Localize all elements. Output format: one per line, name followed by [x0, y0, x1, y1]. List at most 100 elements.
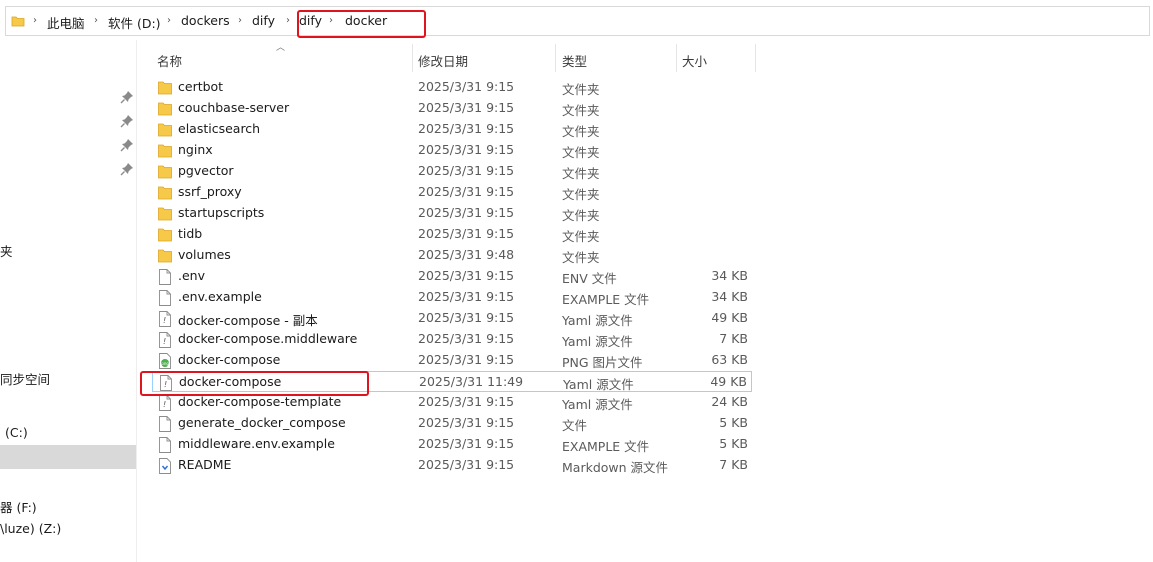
file-row[interactable]: pgvector 2025/3/31 9:15 文件夹 — [152, 161, 752, 182]
svg-text:!: ! — [163, 400, 166, 409]
breadcrumb-dify[interactable]: dify — [252, 13, 275, 28]
file-type: PNG 图片文件 — [562, 355, 643, 370]
yaml-file-icon: ! — [158, 311, 172, 327]
file-type: ENV 文件 — [562, 271, 617, 286]
file-icon — [158, 269, 172, 285]
file-name: docker-compose-template — [178, 394, 342, 409]
svg-text:png: png — [161, 361, 169, 366]
file-type: 文件夹 — [562, 250, 600, 265]
file-row[interactable]: ! docker-compose.middleware 2025/3/31 9:15… — [152, 329, 752, 350]
yaml-file-icon: ! — [158, 395, 172, 411]
file-type: EXAMPLE 文件 — [562, 439, 650, 454]
folder-icon — [158, 122, 172, 138]
file-modified-date: 2025/3/31 9:15 — [418, 310, 515, 325]
pin-icon[interactable] — [120, 114, 134, 128]
file-row[interactable]: .env 2025/3/31 9:15 ENV 文件 34 KB — [152, 266, 752, 287]
file-row[interactable]: .env.example 2025/3/31 9:15 EXAMPLE 文件 34 K… — [152, 287, 752, 308]
file-row[interactable]: startupscripts 2025/3/31 9:15 文件夹 — [152, 203, 752, 224]
file-row[interactable]: nginx 2025/3/31 9:15 文件夹 — [152, 140, 752, 161]
breadcrumb-drive-d[interactable]: 软件 (D:) — [108, 13, 161, 32]
file-icon — [158, 416, 172, 432]
file-type: 文件夹 — [562, 124, 600, 139]
column-header-type[interactable]: 类型 — [562, 51, 587, 70]
file-row[interactable]: certbot 2025/3/31 9:15 文件夹 — [152, 77, 752, 98]
file-modified-date: 2025/3/31 9:15 — [418, 226, 515, 241]
file-modified-date: 2025/3/31 9:15 — [418, 436, 515, 451]
file-type: Yaml 源文件 — [563, 377, 634, 392]
file-modified-date: 2025/3/31 9:15 — [418, 331, 515, 346]
address-bar[interactable]: › 此电脑 › 软件 (D:) › dockers › dify › dify … — [5, 6, 1150, 38]
file-row[interactable]: tidb 2025/3/31 9:15 文件夹 — [152, 224, 752, 245]
file-modified-date: 2025/3/31 9:15 — [418, 394, 515, 409]
folder-icon — [158, 143, 172, 159]
file-modified-date: 2025/3/31 11:49 — [419, 374, 524, 389]
file-name: certbot — [178, 79, 224, 94]
file-size: 34 KB — [711, 289, 748, 304]
file-name: tidb — [178, 226, 203, 241]
file-type: Yaml 源文件 — [562, 334, 633, 349]
file-name: README — [178, 457, 232, 472]
file-row[interactable]: README 2025/3/31 9:15 Markdown 源文件 7 KB — [152, 455, 752, 476]
file-row[interactable]: ! docker-compose - 副本 2025/3/31 9:15 Yaml 源… — [152, 308, 752, 329]
sidebar-item-drive-z[interactable]: \luze) (Z:) — [0, 521, 61, 536]
column-divider[interactable] — [676, 44, 677, 72]
pin-icon[interactable] — [120, 138, 134, 152]
column-header-date[interactable]: 修改日期 — [418, 51, 468, 70]
breadcrumb-this-pc[interactable]: 此电脑 — [47, 13, 85, 32]
file-row[interactable]: ssrf_proxy 2025/3/31 9:15 文件夹 — [152, 182, 752, 203]
breadcrumb-dockers[interactable]: dockers — [181, 13, 230, 28]
pin-icon[interactable] — [120, 90, 134, 104]
pin-icon[interactable] — [120, 162, 134, 176]
file-icon — [158, 437, 172, 453]
file-type: Yaml 源文件 — [562, 397, 633, 412]
file-name: volumes — [178, 247, 231, 262]
folder-icon — [158, 185, 172, 201]
file-row[interactable]: generate_docker_compose 2025/3/31 9:15 文件 5… — [152, 413, 752, 434]
chevron-right-icon: › — [167, 15, 171, 26]
file-type: 文件夹 — [562, 145, 600, 160]
file-size: 24 KB — [711, 394, 748, 409]
file-row[interactable]: couchbase-server 2025/3/31 9:15 文件夹 — [152, 98, 752, 119]
sort-ascending-icon: ︿ — [276, 43, 286, 53]
file-modified-date: 2025/3/31 9:15 — [418, 184, 515, 199]
column-divider[interactable] — [755, 44, 756, 72]
file-type: EXAMPLE 文件 — [562, 292, 650, 307]
file-modified-date: 2025/3/31 9:15 — [418, 142, 515, 157]
sidebar-item-folder[interactable]: 夹 — [0, 241, 13, 260]
sidebar-item-drive-c[interactable]: (C:) — [5, 425, 28, 440]
file-type: 文件夹 — [562, 229, 600, 244]
sidebar-item-sync-space[interactable]: 同步空间 — [0, 369, 50, 388]
file-name: generate_docker_compose — [178, 415, 346, 430]
file-modified-date: 2025/3/31 9:15 — [418, 289, 515, 304]
file-modified-date: 2025/3/31 9:15 — [418, 415, 515, 430]
file-highlight-box — [140, 371, 369, 396]
column-header-name[interactable]: 名称 — [157, 51, 182, 70]
column-divider[interactable] — [412, 44, 413, 72]
file-row[interactable]: elasticsearch 2025/3/31 9:15 文件夹 — [152, 119, 752, 140]
file-type: 文件夹 — [562, 208, 600, 223]
file-row[interactable]: volumes 2025/3/31 9:48 文件夹 — [152, 245, 752, 266]
file-row[interactable]: middleware.env.example 2025/3/31 9:15 EXAM… — [152, 434, 752, 455]
file-name: docker-compose.middleware — [178, 331, 358, 346]
folder-icon — [158, 206, 172, 222]
svg-text:!: ! — [163, 337, 166, 346]
column-divider[interactable] — [555, 44, 556, 72]
file-size: 5 KB — [719, 415, 748, 430]
file-type: Markdown 源文件 — [562, 460, 669, 475]
file-size: 63 KB — [711, 352, 748, 367]
chevron-right-icon: › — [286, 15, 290, 26]
column-header-size[interactable]: 大小 — [682, 51, 707, 70]
sidebar-item-drive-f[interactable]: 器 (F:) — [0, 497, 37, 516]
file-modified-date: 2025/3/31 9:15 — [418, 268, 515, 283]
file-name: couchbase-server — [178, 100, 290, 115]
navigation-pane[interactable]: 夹 同步空间 (C:) 器 (F:) \luze) (Z:) — [0, 40, 137, 562]
file-row[interactable]: png docker-compose 2025/3/31 9:15 PNG 图片文件 6… — [152, 350, 752, 371]
file-type: 文件 — [562, 418, 588, 433]
file-name: docker-compose — [178, 352, 281, 367]
chevron-right-icon: › — [94, 15, 98, 26]
folder-icon — [158, 80, 172, 96]
sidebar-item-selected[interactable] — [0, 445, 136, 469]
breadcrumb-highlight-box — [297, 10, 426, 38]
file-type: Yaml 源文件 — [562, 313, 633, 328]
chevron-right-icon: › — [33, 15, 37, 26]
